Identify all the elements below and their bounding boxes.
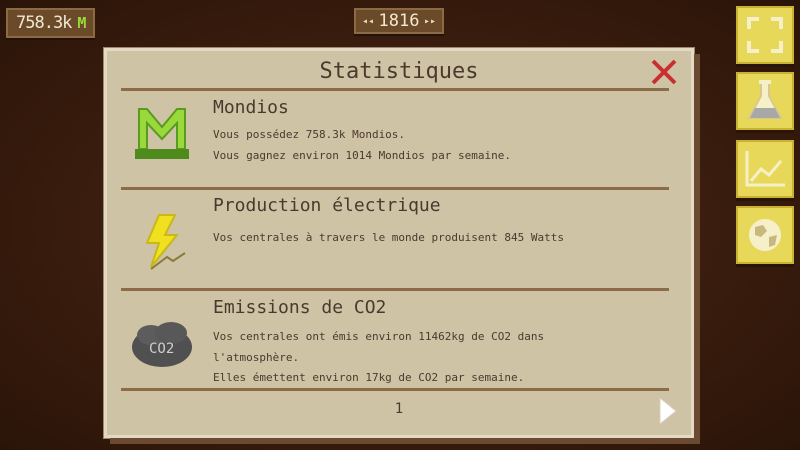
- fast-forward-icon[interactable]: ▸▸: [424, 16, 436, 27]
- money-value: 758.3k: [16, 13, 72, 33]
- mondio-icon: [135, 108, 189, 159]
- fullscreen-icon: [747, 17, 783, 53]
- money-counter: 758.3k M: [6, 8, 96, 38]
- close-icon[interactable]: [649, 57, 679, 87]
- rewind-icon[interactable]: ◂◂: [362, 16, 374, 27]
- row-text: Vos centrales ont émis environ 11462kg d…: [213, 330, 545, 343]
- row-title: Production électrique: [213, 195, 441, 216]
- chart-icon: [745, 151, 785, 187]
- co2-cloud-label: CO2: [149, 341, 174, 357]
- divider: [121, 88, 669, 91]
- research-button[interactable]: [736, 72, 794, 130]
- world-map-button[interactable]: [736, 206, 794, 264]
- divider: [121, 388, 669, 391]
- row-text: Vous gagnez environ 1014 Mondios par sem…: [213, 149, 512, 162]
- row-title: Mondios: [213, 97, 289, 118]
- next-page-icon[interactable]: [658, 396, 678, 426]
- fullscreen-button[interactable]: [736, 6, 794, 64]
- divider: [121, 288, 669, 291]
- row-text: Vous possédez 758.3k Mondios.: [213, 128, 406, 141]
- statistics-panel: Statistiques Mondios Vous possédez 758.3…: [104, 48, 694, 438]
- row-title: Emissions de CO2: [213, 297, 387, 318]
- row-text: Elles émettent environ 17kg de CO2 par s…: [213, 371, 525, 384]
- row-text: l'atmosphère.: [213, 351, 300, 364]
- stat-row-mondios: Mondios Vous possédez 758.3k Mondios. Vo…: [127, 97, 671, 187]
- year-selector[interactable]: ◂◂ 1816 ▸▸: [354, 8, 444, 34]
- page-number: 1: [394, 401, 404, 417]
- row-text: Vos centrales à travers le monde produis…: [213, 231, 564, 244]
- flask-icon: [747, 80, 783, 119]
- lightning-icon: [145, 214, 186, 270]
- mondio-currency-icon: M: [77, 14, 86, 32]
- panel-title: Statistiques: [319, 59, 479, 84]
- divider: [121, 187, 669, 190]
- stat-row-electric: Production électrique Vos centrales à tr…: [127, 195, 671, 285]
- stat-row-co2: CO2 Emissions de CO2 Vos centrales ont é…: [127, 297, 671, 387]
- year-value: 1816: [378, 11, 420, 31]
- globe-icon: [749, 219, 781, 251]
- co2-cloud-icon: CO2: [132, 322, 192, 367]
- statistics-button[interactable]: [736, 140, 794, 198]
